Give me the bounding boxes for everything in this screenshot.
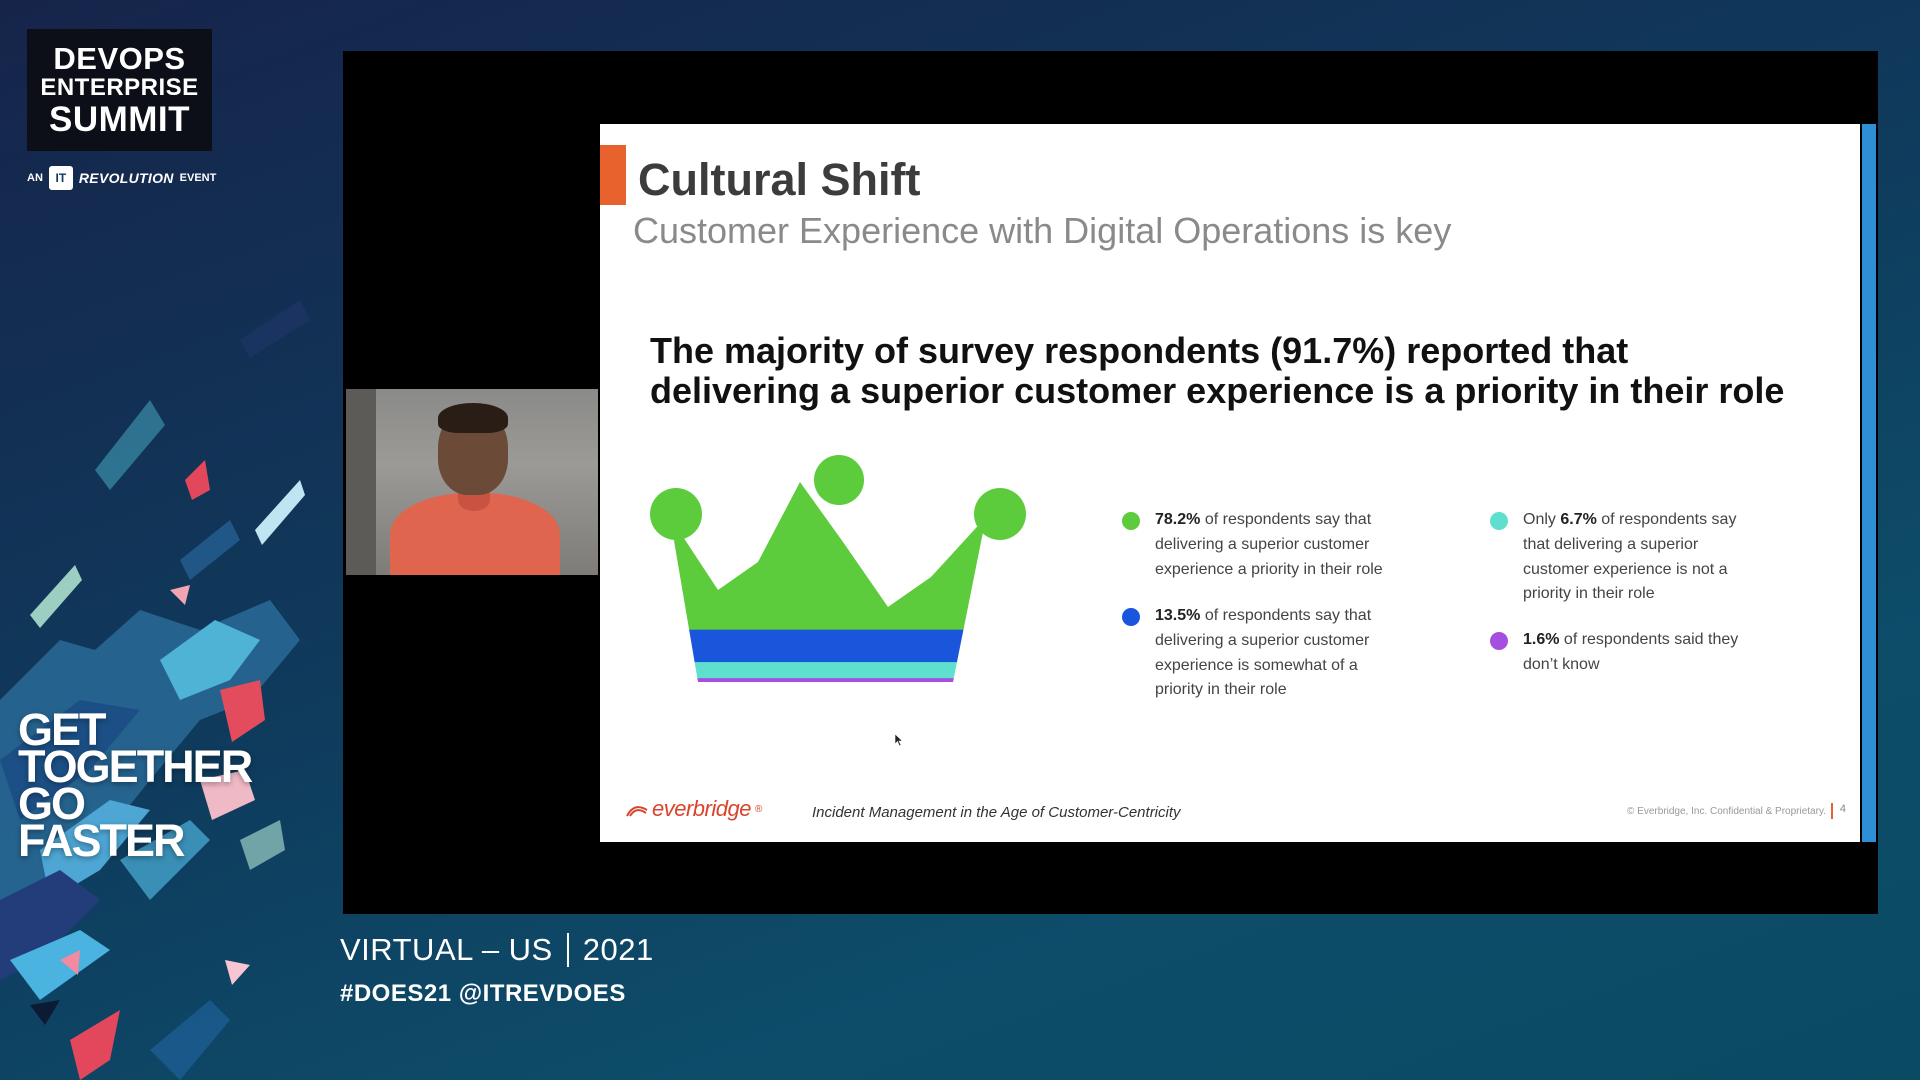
- legend-item-1: 78.2% of respondents say that delivering…: [1122, 508, 1392, 582]
- presentation-slide: Cultural Shift Customer Experience with …: [600, 124, 1876, 842]
- speaker-video-thumbnail[interactable]: [346, 389, 598, 575]
- crown-band-3: [670, 662, 986, 679]
- legend-dot-blue: [1122, 608, 1140, 626]
- title-accent-bar: [600, 145, 626, 205]
- legend-dot-teal: [1490, 512, 1508, 530]
- event-location: VIRTUAL – US: [340, 932, 553, 967]
- crown-chart: [650, 455, 1026, 682]
- legend-item-3: Only 6.7% of respondents say that delive…: [1490, 508, 1750, 607]
- everbridge-registered: ®: [754, 803, 762, 815]
- it-revolution-icon: IT: [48, 166, 73, 190]
- logo-line2: ENTERPRISE: [40, 74, 199, 101]
- legend-prefix: Only: [1523, 511, 1561, 528]
- background-door: [346, 389, 376, 575]
- everbridge-wordmark: everbridge: [652, 796, 751, 821]
- legend-dot-purple: [1490, 632, 1508, 650]
- legend-value: 6.7%: [1560, 511, 1597, 528]
- slide-title: Cultural Shift: [638, 154, 921, 205]
- logo-line3: SUMMIT: [48, 100, 191, 139]
- event-separator: [566, 933, 569, 967]
- sidebar-art: [0, 300, 310, 1080]
- legend-value: 78.2%: [1155, 511, 1201, 528]
- devops-summit-logo: DEVOPS ENTERPRISE SUMMIT: [27, 29, 212, 151]
- headline-line1: The majority of survey respondents (91.7…: [650, 330, 1629, 371]
- logo-line1: DEVOPS: [53, 41, 186, 76]
- slide-subtitle: Customer Experience with Digital Operati…: [633, 210, 1452, 251]
- slide-headline: The majority of survey respondents (91.7…: [650, 330, 1790, 412]
- legend-value: 1.6%: [1523, 631, 1560, 648]
- slide-copyright: © Everbridge, Inc. Confidential & Propri…: [1627, 806, 1826, 817]
- crown-band-4: [670, 678, 986, 682]
- legend-item-4: 1.6% of respondents said they don’t know: [1490, 628, 1750, 678]
- crown-orb-center: [814, 455, 864, 505]
- speaker-hair: [438, 403, 508, 433]
- tagline-line4: FASTER: [18, 814, 186, 866]
- revolution-label: REVOLUTION: [78, 170, 174, 186]
- mouse-cursor-icon: [895, 734, 903, 746]
- everbridge-icon: [626, 806, 648, 817]
- legend-value: 13.5%: [1155, 607, 1201, 624]
- tagline: GET TOGETHER GO FASTER: [18, 707, 258, 866]
- event-info: VIRTUAL – US 2021 #DOES21 @ITREVDOES: [340, 932, 654, 1008]
- crown-orb-right: [974, 488, 1026, 540]
- event-label: EVENT: [179, 172, 217, 184]
- an-label: AN: [27, 172, 43, 184]
- slide-right-bar: [1862, 124, 1876, 842]
- event-hashtags: #DOES21 @ITREVDOES: [340, 980, 626, 1007]
- slide-footer-title: Incident Management in the Age of Custom…: [812, 804, 1181, 821]
- slide-page-number: 4: [1830, 803, 1846, 819]
- everbridge-logo: everbridge ®: [626, 796, 762, 822]
- crown-orb-left: [650, 488, 702, 540]
- legend-item-2: 13.5% of respondents say that delivering…: [1122, 604, 1392, 703]
- event-year: 2021: [582, 932, 654, 967]
- it-revolution-branding: AN IT REVOLUTION EVENT: [27, 163, 227, 193]
- legend-dot-green: [1122, 512, 1140, 530]
- headline-line2: delivering a superior customer experienc…: [650, 370, 1785, 412]
- crown-band-2: [670, 629, 986, 663]
